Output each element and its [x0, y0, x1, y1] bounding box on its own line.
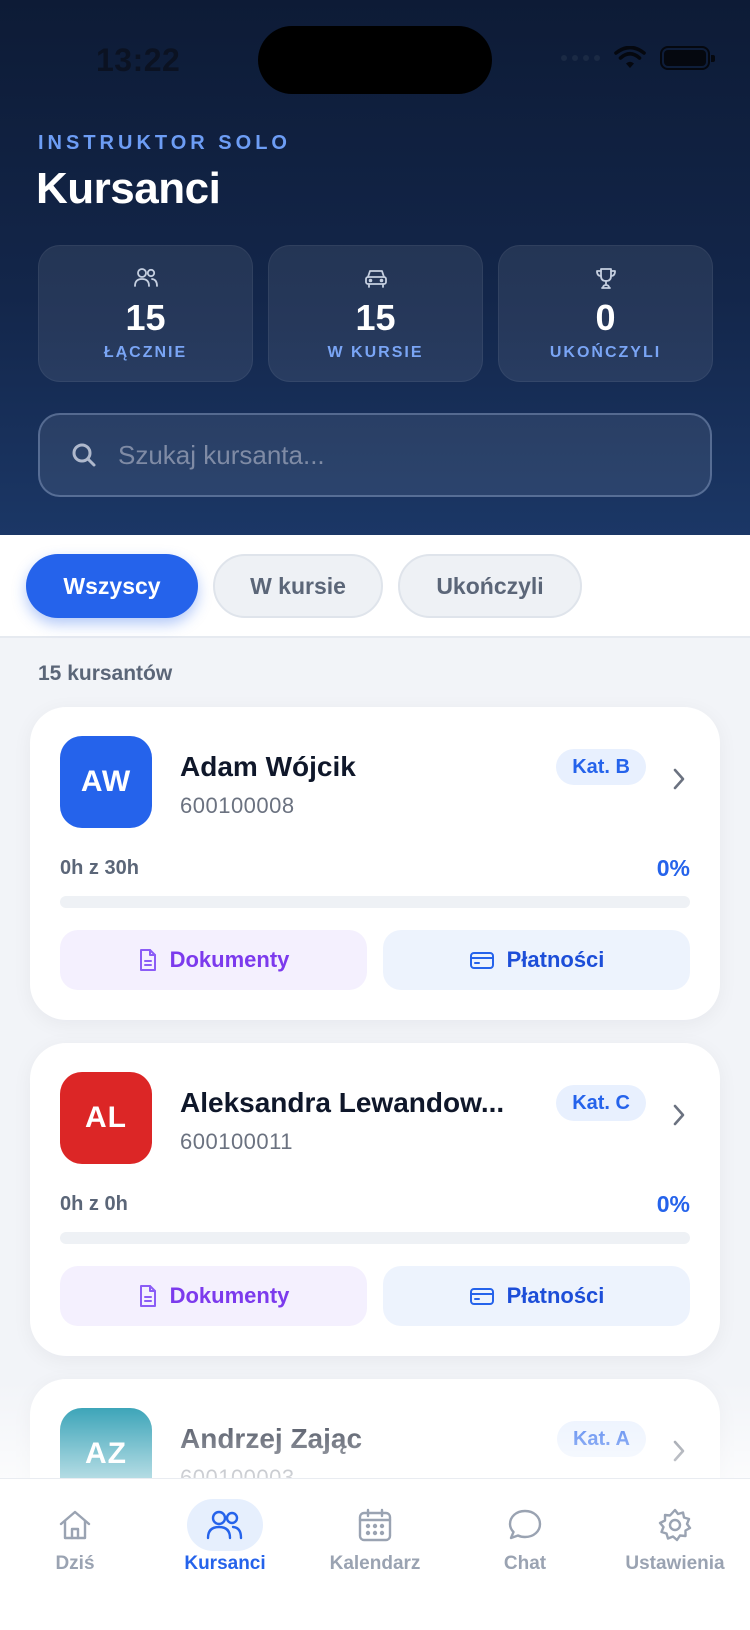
- tab-settings-label: Ustawienia: [625, 1553, 725, 1574]
- category-badge: Kat. B: [556, 749, 646, 785]
- category-badge: Kat. C: [556, 1085, 646, 1121]
- stat-completed-label: UKOŃCZYLI: [549, 344, 662, 361]
- stat-completed-value: 0: [595, 297, 616, 338]
- stat-in-course-value: 15: [355, 297, 396, 338]
- wifi-icon: [614, 46, 646, 68]
- progress-percent: 0%: [656, 855, 690, 881]
- progress-bar: [60, 1232, 690, 1244]
- hours-progress-text: 0h z 30h: [60, 857, 139, 879]
- gear-icon: [658, 1508, 692, 1542]
- credit-card-icon: [469, 1288, 494, 1305]
- battery-icon: [660, 46, 715, 70]
- trophy-icon: [595, 268, 616, 289]
- filter-bar: Wszyscy W kursie Ukończyli: [0, 535, 750, 638]
- payments-button-label: Płatności: [506, 1283, 605, 1308]
- payments-button[interactable]: Płatności: [383, 930, 690, 990]
- page-title: Kursanci: [36, 164, 221, 213]
- student-count: 15 kursantów: [38, 662, 173, 685]
- student-phone: 600100008: [180, 793, 295, 818]
- tab-settings[interactable]: Ustawienia: [600, 1479, 750, 1579]
- cellular-signal-icon: [561, 55, 600, 61]
- filter-chip-in-course[interactable]: W kursie: [213, 554, 383, 618]
- stat-card-in-course: 15 W KURSIE: [268, 245, 483, 382]
- search-input[interactable]: [118, 439, 678, 471]
- student-name: Aleksandra Lewandow...: [180, 1087, 505, 1118]
- student-card[interactable]: AW Adam Wójcik 600100008 Kat. B 0h z 30h…: [30, 707, 720, 1020]
- payments-button[interactable]: Płatności: [383, 1266, 690, 1326]
- student-card[interactable]: AL Aleksandra Lewandow... 600100011 Kat.…: [30, 1043, 720, 1356]
- status-time: 13:22: [96, 42, 181, 78]
- avatar: AL: [60, 1072, 152, 1164]
- progress-bar: [60, 896, 690, 908]
- tab-students-label: Kursanci: [184, 1553, 266, 1574]
- calendar-icon: [358, 1508, 392, 1542]
- tab-chat-label: Chat: [503, 1553, 547, 1574]
- progress-percent: 0%: [656, 1191, 690, 1217]
- documents-button-label: Dokumenty: [169, 1283, 290, 1308]
- stat-in-course-label: W KURSIE: [327, 344, 424, 361]
- tab-bar: Dziś Kursanci Kalendarz Chat Ustawienia: [0, 1478, 750, 1630]
- users-icon: [206, 1510, 243, 1540]
- car-icon: [364, 270, 387, 288]
- hours-progress-text: 0h z 0h: [60, 1193, 128, 1215]
- tab-today-label: Dziś: [55, 1553, 95, 1574]
- chevron-right-icon[interactable]: [672, 767, 686, 791]
- chevron-right-icon[interactable]: [672, 1439, 686, 1463]
- tab-chat[interactable]: Chat: [450, 1479, 600, 1579]
- document-icon: [139, 1285, 156, 1307]
- documents-button[interactable]: Dokumenty: [60, 930, 367, 990]
- credit-card-icon: [469, 952, 494, 969]
- tab-students[interactable]: Kursanci: [150, 1479, 300, 1579]
- category-badge: Kat. A: [556, 1421, 646, 1457]
- filter-chip-completed[interactable]: Ukończyli: [398, 554, 582, 618]
- status-indicators: [561, 46, 715, 70]
- search-icon: [72, 443, 96, 467]
- stat-card-total: 15 ŁĄCZNIE: [38, 245, 253, 382]
- header: 13:22 INSTRUKTOR SOLO Kursanci 15 ŁĄCZNI…: [0, 0, 750, 535]
- avatar: AW: [60, 736, 152, 828]
- documents-button-label: Dokumenty: [169, 947, 290, 972]
- student-name: Adam Wójcik: [180, 751, 356, 782]
- document-icon: [139, 949, 156, 971]
- stat-total-value: 15: [125, 297, 166, 338]
- tab-today[interactable]: Dziś: [0, 1479, 150, 1579]
- chat-icon: [508, 1509, 542, 1540]
- header-kicker: INSTRUKTOR SOLO: [38, 132, 291, 154]
- filter-chip-all[interactable]: Wszyscy: [26, 554, 198, 618]
- tab-calendar-label: Kalendarz: [329, 1553, 421, 1574]
- student-name: Andrzej Zając: [180, 1423, 363, 1454]
- home-icon: [59, 1510, 91, 1540]
- search-bar[interactable]: [38, 413, 712, 497]
- chevron-right-icon[interactable]: [672, 1103, 686, 1127]
- stat-total-label: ŁĄCZNIE: [103, 344, 188, 361]
- dynamic-island: [258, 26, 492, 94]
- student-phone: 600100011: [180, 1129, 293, 1154]
- tab-calendar[interactable]: Kalendarz: [300, 1479, 450, 1579]
- users-icon: [133, 268, 158, 287]
- payments-button-label: Płatności: [506, 947, 605, 972]
- documents-button[interactable]: Dokumenty: [60, 1266, 367, 1326]
- stat-card-completed: 0 UKOŃCZYLI: [498, 245, 713, 382]
